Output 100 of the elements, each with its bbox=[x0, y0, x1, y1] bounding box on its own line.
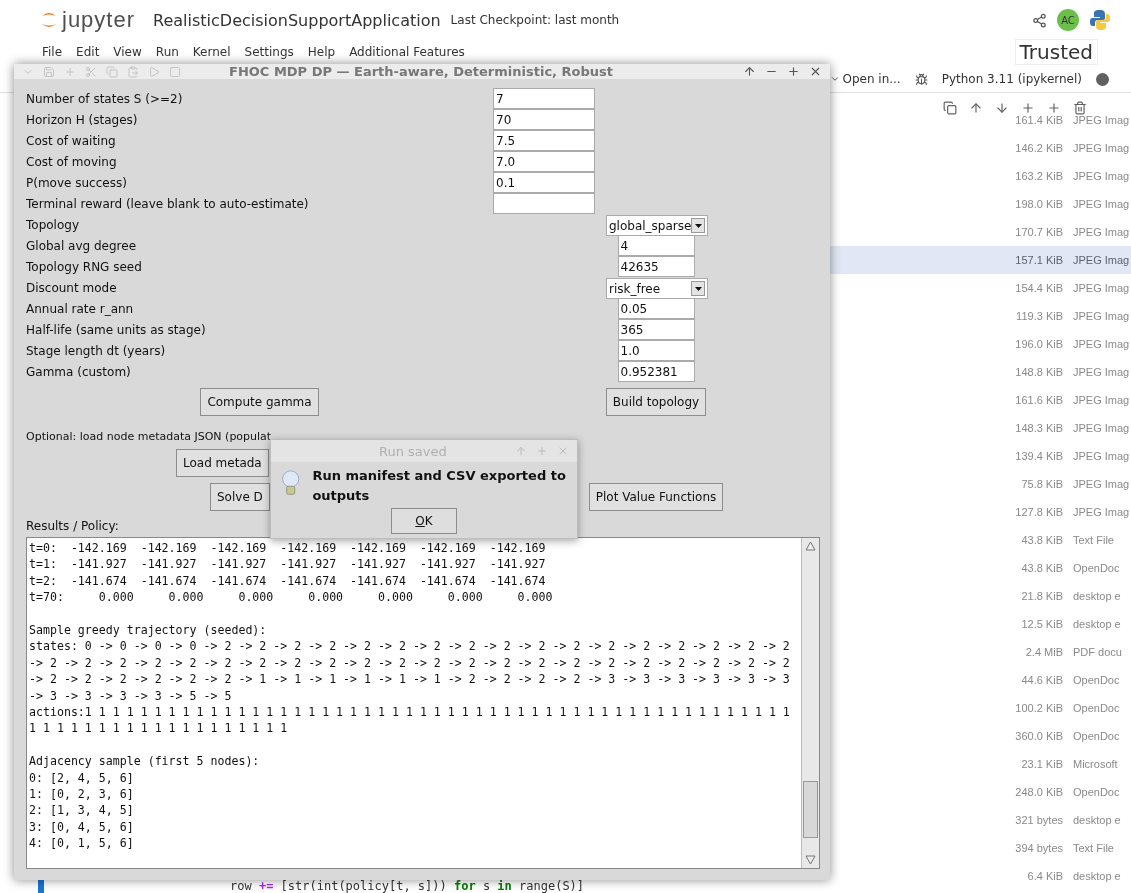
input-field[interactable]: 7.5 bbox=[493, 130, 595, 151]
input-field[interactable]: 365 bbox=[617, 319, 695, 340]
dropdown[interactable]: risk_free bbox=[606, 278, 708, 299]
notebook-title[interactable]: RealisticDecisionSupportApplication bbox=[153, 10, 441, 30]
file-size: 146.2 KiB bbox=[1014, 142, 1063, 154]
file-row[interactable]: 321 bytes desktop e bbox=[830, 806, 1131, 834]
insert-above-icon[interactable] bbox=[1021, 101, 1035, 115]
user-avatar[interactable]: AC bbox=[1057, 9, 1079, 31]
file-size: 321 bytes bbox=[1014, 814, 1063, 826]
scroll-down-icon[interactable] bbox=[805, 855, 816, 866]
menu-item[interactable]: Run bbox=[155, 45, 187, 59]
load-metadata-button[interactable]: Load metada bbox=[176, 449, 269, 477]
menu-item[interactable]: View bbox=[113, 45, 150, 59]
file-size: 127.8 KiB bbox=[1014, 506, 1063, 518]
file-row[interactable]: 127.8 KiB JPEG Imag bbox=[830, 498, 1131, 526]
file-size: 163.2 KiB bbox=[1014, 170, 1063, 182]
file-row[interactable]: 148.3 KiB JPEG Imag bbox=[830, 414, 1131, 442]
kernel-name[interactable]: Python 3.11 (ipykernel) bbox=[941, 72, 1082, 86]
file-row[interactable]: 360.0 KiB OpenDoc bbox=[830, 722, 1131, 750]
input-field[interactable]: 7 bbox=[493, 88, 595, 109]
field-label: Annual rate r_ann bbox=[26, 301, 135, 316]
output-line: actions:1 1 1 1 1 1 1 1 1 1 1 1 1 1 1 1 1 1 1 1 1 1 1 1 1 1 1 1 1 1 1 1 1 1 1 1 1 1 1 1 1 1 1 1 1 1 1 1 1 1 1 bbox=[29, 704, 791, 721]
move-down-icon[interactable] bbox=[995, 101, 1009, 115]
file-type: OpenDoc bbox=[1073, 702, 1121, 714]
scrollbar[interactable] bbox=[801, 538, 819, 869]
file-row[interactable]: 161.6 KiB JPEG Imag bbox=[830, 386, 1131, 414]
solve-button[interactable]: Solve D bbox=[210, 483, 270, 511]
caret-icon bbox=[694, 286, 702, 291]
close-icon[interactable] bbox=[809, 65, 822, 78]
share-icon[interactable] bbox=[1032, 12, 1047, 28]
menu-item[interactable]: Additional Features bbox=[349, 45, 473, 59]
file-row[interactable]: 12.5 KiB desktop e bbox=[830, 610, 1131, 638]
menu-item[interactable]: File bbox=[42, 45, 71, 59]
dropdown[interactable]: global_sparse bbox=[606, 215, 708, 236]
menu-item[interactable]: Settings bbox=[244, 45, 302, 59]
file-size: 360.0 KiB bbox=[1014, 730, 1063, 742]
debugger-icon[interactable] bbox=[914, 72, 928, 86]
build-topology-button[interactable]: Build topology bbox=[605, 388, 707, 416]
file-type: JPEG Imag bbox=[1073, 310, 1131, 322]
file-row[interactable]: 75.8 KiB JPEG Imag bbox=[830, 470, 1131, 498]
file-row[interactable]: 148.8 KiB JPEG Imag bbox=[830, 358, 1131, 386]
file-row[interactable]: 139.4 KiB JPEG Imag bbox=[830, 442, 1131, 470]
input-field[interactable]: 4 bbox=[617, 235, 695, 256]
trusted-indicator: Trusted bbox=[1014, 39, 1098, 65]
duplicate-icon[interactable] bbox=[943, 101, 957, 115]
scroll-thumb[interactable] bbox=[803, 781, 818, 839]
input-field[interactable]: 7.0 bbox=[493, 151, 595, 172]
file-row[interactable]: 146.2 KiB JPEG Imag bbox=[830, 134, 1131, 162]
move-up-icon[interactable] bbox=[969, 101, 983, 115]
output-line: 2: [1, 3, 4, 5] bbox=[29, 802, 135, 819]
field-label: Discount mode bbox=[26, 280, 118, 295]
copy-icon bbox=[106, 65, 118, 78]
input-field[interactable]: 70 bbox=[493, 109, 595, 130]
file-row[interactable]: 196.0 KiB JPEG Imag bbox=[830, 330, 1131, 358]
insert-below-icon[interactable] bbox=[1047, 101, 1061, 115]
output-line: -> 3 -> 3 -> 3 -> 3 -> 5 -> 5 bbox=[29, 687, 233, 705]
file-row[interactable]: 100.2 KiB OpenDoc bbox=[830, 694, 1131, 722]
file-row[interactable]: 44.6 KiB OpenDoc bbox=[830, 666, 1131, 694]
file-size: 148.3 KiB bbox=[1014, 422, 1063, 434]
maximize-icon[interactable] bbox=[787, 65, 800, 78]
file-row[interactable]: 198.0 KiB JPEG Imag bbox=[830, 190, 1131, 218]
input-field[interactable]: 42635 bbox=[617, 256, 695, 277]
menu-item[interactable]: Help bbox=[307, 45, 344, 59]
delete-icon[interactable] bbox=[1073, 101, 1087, 115]
file-row[interactable]: 157.1 KiB JPEG Imag bbox=[830, 246, 1131, 274]
file-row[interactable]: 163.2 KiB JPEG Imag bbox=[830, 162, 1131, 190]
file-row[interactable]: 248.0 KiB OpenDoc bbox=[830, 778, 1131, 806]
ok-button[interactable]: OK bbox=[391, 508, 457, 534]
caret-icon bbox=[694, 223, 702, 228]
input-field[interactable] bbox=[493, 193, 595, 214]
file-row[interactable]: 21.8 KiB desktop e bbox=[830, 582, 1131, 610]
file-row[interactable]: 154.4 KiB JPEG Imag bbox=[830, 274, 1131, 302]
raise-icon[interactable] bbox=[743, 65, 756, 78]
input-field[interactable]: 1.0 bbox=[617, 340, 695, 361]
file-row[interactable]: 6.4 KiB desktop e bbox=[830, 862, 1131, 890]
open-in-menu[interactable]: Open in... bbox=[830, 72, 901, 86]
plot-value-functions-button[interactable]: Plot Value Functions bbox=[588, 483, 724, 511]
file-row[interactable]: 43.8 KiB OpenDoc bbox=[830, 554, 1131, 582]
file-row[interactable]: 394 bytes Text File bbox=[830, 834, 1131, 862]
file-size: 2.4 MiB bbox=[1024, 646, 1063, 658]
output-textbox[interactable] bbox=[26, 537, 820, 870]
input-field[interactable]: 0.05 bbox=[617, 298, 695, 319]
file-type: PDF docu bbox=[1073, 646, 1123, 658]
file-row[interactable]: 23.1 KiB Microsoft bbox=[830, 750, 1131, 778]
window-title: FHOC MDP DP — Earth-aware, Deterministic, Robust bbox=[229, 64, 613, 79]
file-row[interactable]: 2.4 MiB PDF docu bbox=[830, 638, 1131, 666]
menu-item[interactable]: Edit bbox=[76, 45, 108, 59]
input-field[interactable]: 0.1 bbox=[493, 172, 595, 193]
output-line: Sample greedy trajectory (seeded): bbox=[29, 622, 268, 639]
file-row[interactable]: 170.7 KiB JPEG Imag bbox=[830, 218, 1131, 246]
input-field[interactable]: 0.952381 bbox=[617, 361, 695, 382]
output-line: t=0: -142.169 -142.169 -142.169 -142.169 -142.169 -142.169 -142.169 bbox=[29, 540, 547, 557]
file-row[interactable]: 119.3 KiB JPEG Imag bbox=[830, 302, 1131, 330]
code-line: row += [str(int(policy[t, s])) for s in range(S)] bbox=[230, 879, 585, 893]
compute-gamma-button[interactable]: Compute gamma bbox=[200, 388, 319, 416]
file-row[interactable]: 161.4 KiB JPEG Imag bbox=[830, 106, 1131, 134]
file-type: Microsoft bbox=[1073, 758, 1119, 770]
menu-item[interactable]: Kernel bbox=[192, 45, 239, 59]
file-row[interactable]: 43.8 KiB Text File bbox=[830, 526, 1131, 554]
scroll-up-icon[interactable] bbox=[805, 541, 816, 551]
